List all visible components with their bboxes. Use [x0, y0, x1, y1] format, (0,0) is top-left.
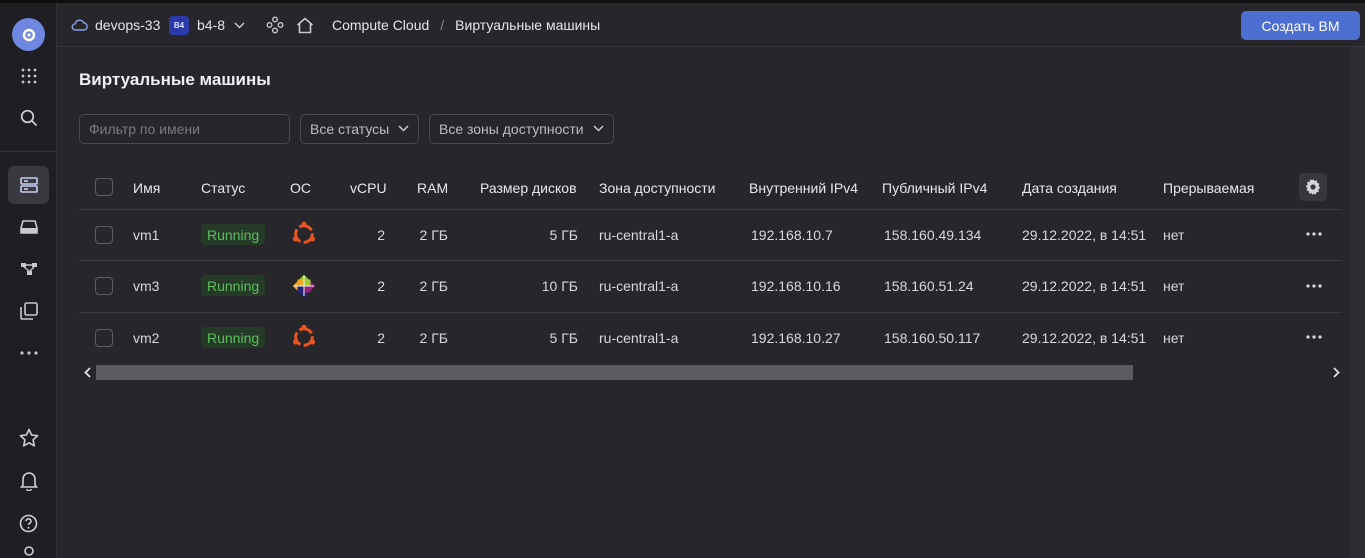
internal-ip-value: 192.168.10.16	[751, 278, 841, 294]
zone-filter-select[interactable]: Все зоны доступности	[429, 114, 614, 144]
user-avatar-icon[interactable]	[8, 544, 49, 558]
disk-size-value: 5 ГБ	[549, 330, 578, 346]
status-badge: Running	[201, 275, 266, 296]
status-filter-value: Все статусы	[310, 121, 390, 137]
preemptible-value: нет	[1163, 278, 1185, 294]
created-date-value: 29.12.2022, в 14:51	[1022, 278, 1147, 294]
vm-name-link[interactable]: vm3	[133, 278, 159, 294]
column-header-zone[interactable]: Зона доступности	[599, 180, 716, 196]
vm-name-link[interactable]: vm1	[133, 227, 159, 243]
left-navigation-rail	[0, 3, 57, 558]
select-all-checkbox[interactable]	[95, 178, 113, 196]
all-services-icon[interactable]	[8, 57, 49, 95]
rail-divider	[0, 151, 57, 152]
vcpu-value: 2	[377, 227, 385, 243]
table-settings-gear-icon[interactable]	[1299, 173, 1327, 201]
notifications-bell-icon[interactable]	[8, 462, 49, 500]
internal-ip-value: 192.168.10.27	[751, 330, 841, 346]
ram-value: 2 ГБ	[419, 227, 448, 243]
folder-name: b4-8	[197, 17, 226, 33]
home-icon[interactable]	[296, 3, 314, 47]
column-header-os[interactable]: ОС	[290, 180, 311, 196]
search-icon[interactable]	[8, 99, 49, 137]
status-badge: Running	[201, 224, 266, 245]
service-map-icon[interactable]	[266, 3, 284, 47]
row-checkbox[interactable]	[95, 329, 113, 347]
breadcrumb: Compute Cloud / Виртуальные машины	[332, 3, 600, 47]
scroll-left-arrow-icon[interactable]	[80, 364, 94, 381]
column-header-status[interactable]: Статус	[201, 180, 245, 196]
cloud-name: devops-33	[95, 17, 161, 33]
images-icon[interactable]	[8, 292, 49, 330]
public-ip-value: 158.160.51.24	[884, 278, 974, 294]
public-ip-value: 158.160.50.117	[884, 330, 981, 346]
virtual-machines-icon[interactable]	[8, 166, 49, 204]
cloud-selector[interactable]: devops-33	[71, 3, 160, 47]
column-header-preemptible[interactable]: Прерываемая	[1163, 180, 1254, 196]
ubuntu-icon	[293, 324, 315, 347]
favorites-star-icon[interactable]	[8, 419, 49, 457]
folder-badge: B4	[169, 15, 189, 35]
row-divider	[79, 260, 1342, 261]
row-checkbox[interactable]	[95, 226, 113, 244]
status-badge: Running	[201, 327, 266, 348]
centos-icon	[292, 274, 316, 298]
top-header: devops-33 B4 b4-8 Compute Cloud / Виртуа…	[58, 3, 1365, 47]
zone-value: ru-central1-a	[599, 278, 679, 294]
table-header-divider	[79, 209, 1342, 210]
chevron-down-icon	[593, 125, 604, 132]
public-ip-value: 158.160.49.134	[884, 227, 982, 243]
column-header-vcpu[interactable]: vCPU	[350, 180, 387, 196]
name-filter-input[interactable]	[79, 114, 290, 144]
cloud-icon	[71, 19, 88, 31]
zone-value: ru-central1-a	[599, 227, 679, 243]
chevron-down-icon	[234, 21, 245, 29]
vertical-scrollbar[interactable]	[1350, 47, 1365, 558]
column-header-ram[interactable]: RAM	[417, 180, 448, 196]
column-header-created[interactable]: Дата создания	[1022, 180, 1117, 196]
page-title: Виртуальные машины	[79, 70, 271, 89]
vm-name-link[interactable]: vm2	[133, 330, 159, 346]
row-checkbox[interactable]	[95, 277, 113, 295]
row-actions-menu-icon[interactable]	[1303, 330, 1325, 344]
breadcrumb-separator: /	[440, 17, 445, 33]
horizontal-scrollbar-thumb[interactable]	[96, 365, 1133, 380]
column-header-name[interactable]: Имя	[133, 180, 160, 196]
row-actions-menu-icon[interactable]	[1303, 227, 1325, 241]
zone-value: ru-central1-a	[599, 330, 679, 346]
preemptible-value: нет	[1163, 227, 1185, 243]
column-header-public-ipv4[interactable]: Публичный IPv4	[882, 180, 987, 196]
vcpu-value: 2	[377, 330, 385, 346]
folder-selector[interactable]: B4 b4-8	[169, 3, 245, 47]
vcpu-value: 2	[377, 278, 385, 294]
breadcrumb-compute-cloud[interactable]: Compute Cloud	[332, 17, 429, 33]
network-icon[interactable]	[8, 250, 49, 288]
created-date-value: 29.12.2022, в 14:51	[1022, 330, 1147, 346]
internal-ip-value: 192.168.10.7	[751, 227, 833, 243]
row-actions-menu-icon[interactable]	[1303, 279, 1325, 293]
ubuntu-icon	[293, 221, 315, 244]
disk-size-value: 5 ГБ	[549, 227, 578, 243]
chevron-down-icon	[398, 125, 409, 132]
ram-value: 2 ГБ	[419, 278, 448, 294]
created-date-value: 29.12.2022, в 14:51	[1022, 227, 1147, 243]
help-icon[interactable]	[8, 504, 49, 542]
preemptible-value: нет	[1163, 330, 1185, 346]
create-vm-button[interactable]: Создать ВМ	[1241, 11, 1360, 40]
status-filter-select[interactable]: Все статусы	[300, 114, 419, 144]
cloud-logo-icon[interactable]	[12, 18, 45, 51]
more-services-icon[interactable]	[8, 334, 49, 372]
zone-filter-value: Все зоны доступности	[439, 121, 584, 137]
row-divider	[79, 312, 1342, 313]
scroll-right-arrow-icon[interactable]	[1329, 364, 1343, 381]
column-header-internal-ipv4[interactable]: Внутренний IPv4	[749, 180, 858, 196]
ram-value: 2 ГБ	[419, 330, 448, 346]
breadcrumb-current-page: Виртуальные машины	[455, 17, 601, 33]
disk-size-value: 10 ГБ	[541, 278, 578, 294]
column-header-disk-size[interactable]: Размер дисков	[480, 180, 577, 196]
disks-icon[interactable]	[8, 208, 49, 246]
